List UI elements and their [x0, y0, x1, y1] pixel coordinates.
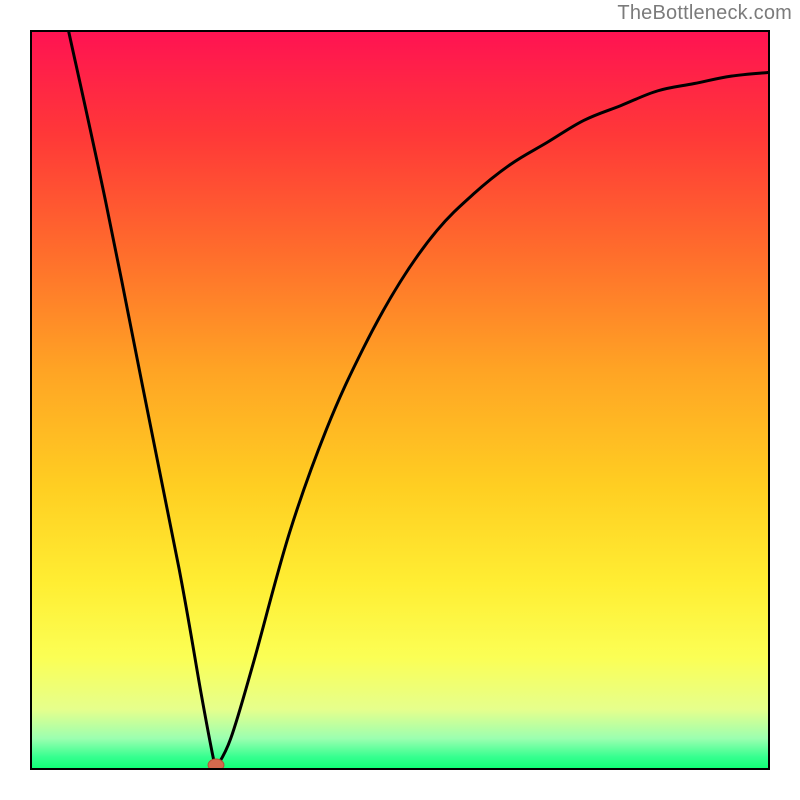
optimum-marker-icon: [208, 759, 224, 768]
curve-right-branch: [216, 72, 768, 768]
attribution-label: TheBottleneck.com: [617, 2, 792, 25]
curve-left-branch: [69, 32, 216, 768]
curve-svg: [32, 32, 768, 768]
plot-area: [30, 30, 770, 770]
chart-frame: TheBottleneck.com: [0, 0, 800, 800]
